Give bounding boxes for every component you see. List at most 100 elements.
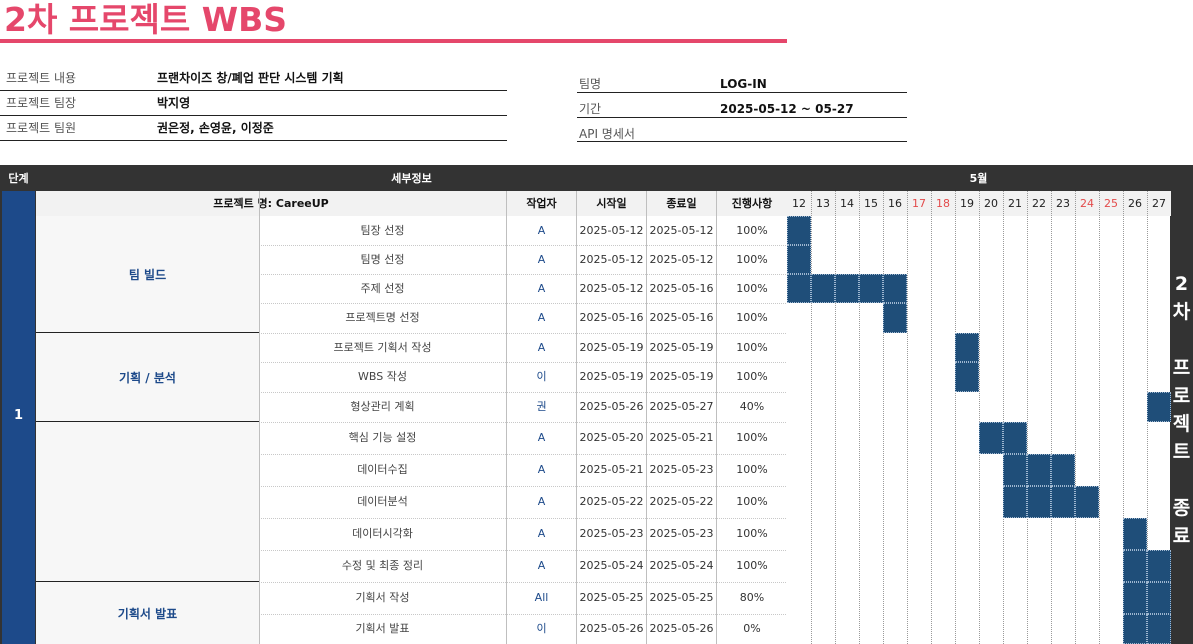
task-worker[interactable]: 이 <box>507 362 576 392</box>
day-header: 13 <box>811 191 835 216</box>
task-end[interactable]: 2025-05-25 <box>647 582 716 614</box>
task-progress[interactable]: 100% <box>717 362 787 392</box>
task-name[interactable]: 팀장 선정 <box>259 216 506 245</box>
gantt-bar-cell <box>1123 614 1147 644</box>
task-worker[interactable]: A <box>507 486 576 518</box>
task-start[interactable]: 2025-05-22 <box>577 486 646 518</box>
task-start[interactable]: 2025-05-12 <box>577 216 646 245</box>
task-worker[interactable]: All <box>507 582 576 614</box>
task-start[interactable]: 2025-05-23 <box>577 518 646 550</box>
task-worker[interactable]: A <box>507 245 576 274</box>
task-end[interactable]: 2025-05-22 <box>647 486 716 518</box>
task-end[interactable]: 2025-05-16 <box>647 274 716 303</box>
task-start[interactable]: 2025-05-19 <box>577 333 646 362</box>
task-end[interactable]: 2025-05-23 <box>647 518 716 550</box>
task-worker[interactable]: A <box>507 274 576 303</box>
task-end[interactable]: 2025-05-21 <box>647 422 716 454</box>
task-worker[interactable]: A <box>507 518 576 550</box>
task-start[interactable]: 2025-05-19 <box>577 362 646 392</box>
gantt-bar-cell <box>1027 486 1051 518</box>
task-end[interactable]: 2025-05-27 <box>647 392 716 422</box>
task-progress[interactable]: 0% <box>717 614 787 644</box>
gantt-bar-cell <box>811 274 835 303</box>
gantt-column-line <box>1099 191 1100 644</box>
gantt-bar-cell <box>1075 486 1099 518</box>
gantt-bar-cell <box>787 245 811 274</box>
task-start[interactable]: 2025-05-26 <box>577 392 646 422</box>
group-cell: 팀 빌드 <box>36 216 259 333</box>
task-progress[interactable]: 100% <box>717 274 787 303</box>
gantt-column-line <box>907 191 908 644</box>
task-progress[interactable]: 100% <box>717 454 787 486</box>
side-text-char: 료 <box>1172 525 1191 547</box>
leader-value[interactable]: 박지영 <box>157 92 190 114</box>
task-start[interactable]: 2025-05-16 <box>577 303 646 333</box>
gantt-bar-cell <box>1003 422 1027 454</box>
task-progress[interactable]: 100% <box>717 518 787 550</box>
leader-label: 프로젝트 팀장 <box>6 96 77 110</box>
task-start[interactable]: 2025-05-24 <box>577 550 646 582</box>
task-progress[interactable]: 100% <box>717 486 787 518</box>
task-end[interactable]: 2025-05-19 <box>647 333 716 362</box>
task-end[interactable]: 2025-05-12 <box>647 245 716 274</box>
task-name[interactable]: 프로젝트명 선정 <box>259 303 506 333</box>
task-worker[interactable]: A <box>507 216 576 245</box>
task-end[interactable]: 2025-05-12 <box>647 216 716 245</box>
gantt-column-line <box>859 191 860 644</box>
column-divider <box>506 191 507 644</box>
project-name-header: 프로젝트 명: CareeUP <box>213 197 329 210</box>
task-end[interactable]: 2025-05-26 <box>647 614 716 644</box>
task-name[interactable]: 핵심 기능 설정 <box>259 422 506 454</box>
task-progress[interactable]: 100% <box>717 216 787 245</box>
project-content-value[interactable]: 프랜차이즈 창/폐업 판단 시스템 기획 <box>157 67 344 89</box>
task-worker[interactable]: A <box>507 550 576 582</box>
gantt-column-line <box>1003 191 1004 644</box>
task-name[interactable]: 데이터시각화 <box>259 518 506 550</box>
task-name[interactable]: 기획서 발표 <box>259 614 506 644</box>
gantt-bar-cell <box>955 333 979 362</box>
task-worker[interactable]: 권 <box>507 392 576 422</box>
task-name[interactable]: 데이터수집 <box>259 454 506 486</box>
task-progress[interactable]: 100% <box>717 422 787 454</box>
title-underline <box>0 39 787 43</box>
task-name[interactable]: 주제 선정 <box>259 274 506 303</box>
task-name[interactable]: 데이터분석 <box>259 486 506 518</box>
task-start[interactable]: 2025-05-12 <box>577 245 646 274</box>
task-end[interactable]: 2025-05-19 <box>647 362 716 392</box>
day-header: 23 <box>1051 191 1075 216</box>
members-value[interactable]: 권은정, 손영윤, 이정준 <box>157 117 274 139</box>
info-line <box>0 90 507 91</box>
task-name[interactable]: 기획서 작성 <box>259 582 506 614</box>
task-name[interactable]: WBS 작성 <box>259 362 506 392</box>
progress-header: 진행사항 <box>731 197 773 210</box>
task-worker[interactable]: 이 <box>507 614 576 644</box>
task-worker[interactable]: A <box>507 454 576 486</box>
task-name[interactable]: 형상관리 계획 <box>259 392 506 422</box>
task-end[interactable]: 2025-05-23 <box>647 454 716 486</box>
task-progress[interactable]: 40% <box>717 392 787 422</box>
task-start[interactable]: 2025-05-25 <box>577 582 646 614</box>
task-end[interactable]: 2025-05-24 <box>647 550 716 582</box>
task-progress[interactable]: 100% <box>717 333 787 362</box>
task-name[interactable]: 수정 및 최종 정리 <box>259 550 506 582</box>
info-line <box>0 115 507 116</box>
day-header: 18 <box>931 191 955 216</box>
task-name[interactable]: 프로젝트 기획서 작성 <box>259 333 506 362</box>
task-start[interactable]: 2025-05-21 <box>577 454 646 486</box>
gantt-bar-cell <box>859 274 883 303</box>
task-name[interactable]: 팀명 선정 <box>259 245 506 274</box>
task-progress[interactable]: 100% <box>717 303 787 333</box>
task-start[interactable]: 2025-05-12 <box>577 274 646 303</box>
info-line <box>577 92 907 93</box>
task-progress[interactable]: 100% <box>717 245 787 274</box>
task-worker[interactable]: A <box>507 303 576 333</box>
task-start[interactable]: 2025-05-20 <box>577 422 646 454</box>
task-worker[interactable]: A <box>507 422 576 454</box>
task-start[interactable]: 2025-05-26 <box>577 614 646 644</box>
task-end[interactable]: 2025-05-16 <box>647 303 716 333</box>
task-worker[interactable]: A <box>507 333 576 362</box>
task-progress[interactable]: 80% <box>717 582 787 614</box>
day-header: 27 <box>1147 191 1171 216</box>
task-progress[interactable]: 100% <box>717 550 787 582</box>
day-header: 17 <box>907 191 931 216</box>
